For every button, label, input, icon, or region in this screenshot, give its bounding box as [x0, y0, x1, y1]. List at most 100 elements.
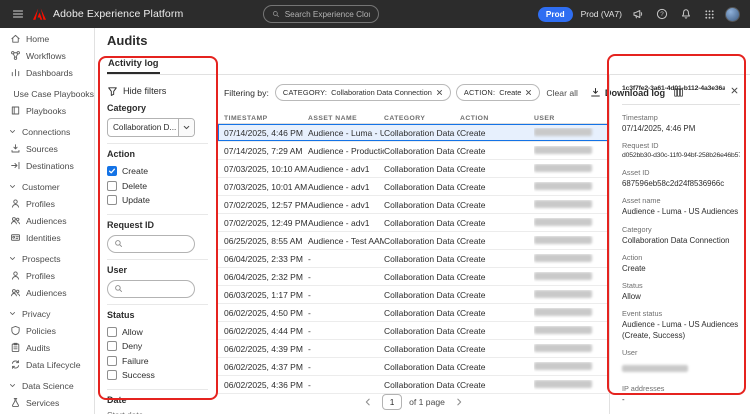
- dropdown-open-button[interactable]: [178, 119, 194, 136]
- sidebar-item-policies[interactable]: Policies: [0, 322, 94, 339]
- checkbox-success[interactable]: Success: [107, 368, 208, 383]
- checkbox-allow[interactable]: Allow: [107, 325, 208, 340]
- divider: [107, 388, 208, 390]
- user-input[interactable]: [127, 284, 188, 293]
- table-row[interactable]: 06/02/2025, 4:36 PM - Collaboration Data…: [218, 376, 609, 394]
- hide-filters-button[interactable]: Hide filters: [107, 84, 208, 98]
- sidebar-section-data-science[interactable]: Data Science: [0, 377, 94, 394]
- cell-category: Collaboration Data Co...: [384, 343, 460, 354]
- page-number-input[interactable]: [382, 394, 403, 410]
- cell-category: Collaboration Data Co...: [384, 289, 460, 300]
- sidebar-item-playbooks[interactable]: Playbooks: [0, 102, 94, 119]
- sidebar-section-customer[interactable]: Customer: [0, 178, 94, 195]
- table-row[interactable]: 06/02/2025, 4:39 PM - Collaboration Data…: [218, 340, 609, 358]
- category-dropdown[interactable]: Collaboration D...: [107, 118, 195, 137]
- sidebar-section-use-case-playbooks[interactable]: Use Case Playbooks: [0, 85, 94, 102]
- env-prod-button[interactable]: Prod: [537, 6, 573, 22]
- cell-action: Create: [460, 217, 486, 228]
- checkbox-update[interactable]: Update: [107, 193, 208, 208]
- remove-chip-icon[interactable]: [436, 89, 443, 96]
- sidebar-section-prospects[interactable]: Prospects: [0, 250, 94, 267]
- checkbox-box-icon[interactable]: [107, 341, 117, 352]
- page-header: Audits Activity log: [95, 28, 750, 75]
- column-header-action[interactable]: ACTION: [460, 115, 534, 122]
- checkbox-box-icon[interactable]: [107, 355, 117, 366]
- sidebar-item-audits[interactable]: Audits: [0, 339, 94, 356]
- cell-asset-name: -: [308, 253, 311, 264]
- announcements-button[interactable]: [630, 6, 646, 22]
- sidebar-item-destinations[interactable]: Destinations: [0, 157, 94, 174]
- checkbox-failure[interactable]: Failure: [107, 354, 208, 369]
- hamburger-menu-button[interactable]: [10, 6, 26, 22]
- table-row[interactable]: 07/03/2025, 10:01 AM Audience - adv1 Col…: [218, 178, 609, 196]
- cell-action: Create: [460, 289, 486, 300]
- sidebar-item-profiles[interactable]: Profiles: [0, 195, 94, 212]
- checkbox-deny[interactable]: Deny: [107, 339, 208, 354]
- column-header-asset-name[interactable]: ASSET NAME: [308, 115, 384, 122]
- sidebar-item-services[interactable]: Services: [0, 394, 94, 411]
- checkbox-box-icon[interactable]: [107, 180, 117, 191]
- global-search[interactable]: Search Experience Cloud (⌘/): [263, 5, 379, 23]
- table-row[interactable]: 07/02/2025, 12:57 PM Audience - adv1 Col…: [218, 196, 609, 214]
- sidebar-item-profiles[interactable]: Profiles: [0, 267, 94, 284]
- request-id-search[interactable]: [107, 234, 195, 253]
- clear-all-button[interactable]: Clear all: [546, 88, 578, 98]
- chevron-down-icon: [10, 185, 15, 188]
- notifications-button[interactable]: [678, 6, 694, 22]
- remove-chip-icon[interactable]: [525, 89, 532, 96]
- sidebar-item-workflows[interactable]: Workflows: [0, 47, 94, 64]
- table-row[interactable]: 07/14/2025, 4:46 PM Audience - Luma - US…: [218, 124, 609, 142]
- table-row[interactable]: 06/02/2025, 4:37 PM - Collaboration Data…: [218, 358, 609, 376]
- app-switcher-button[interactable]: [702, 7, 717, 22]
- table-row[interactable]: 06/02/2025, 4:44 PM - Collaboration Data…: [218, 322, 609, 340]
- next-page-button[interactable]: [452, 395, 466, 409]
- filter-request-id-label: Request ID: [107, 219, 155, 230]
- cell-timestamp: 06/04/2025, 2:32 PM: [224, 271, 303, 282]
- checkbox-box-icon[interactable]: [107, 326, 117, 337]
- prev-page-button[interactable]: [361, 395, 375, 409]
- sidebar-item-data-lifecycle[interactable]: Data Lifecycle: [0, 356, 94, 373]
- redacted-user: [534, 127, 592, 136]
- sidebar-item-home[interactable]: Home: [0, 30, 94, 47]
- table-row[interactable]: 07/14/2025, 7:29 AM Audience - Productio…: [218, 142, 609, 160]
- avatar[interactable]: [725, 6, 740, 22]
- env-label[interactable]: Prod (VA7): [581, 9, 622, 19]
- cell-category: Collaboration Data Co...: [384, 127, 460, 138]
- table-row[interactable]: 06/02/2025, 4:50 PM - Collaboration Data…: [218, 304, 609, 322]
- close-panel-button[interactable]: [729, 85, 740, 96]
- table-row[interactable]: 06/04/2025, 2:33 PM - Collaboration Data…: [218, 250, 609, 268]
- table-row[interactable]: 06/04/2025, 2:32 PM - Collaboration Data…: [218, 268, 609, 286]
- sidebar-item-audiences[interactable]: Audiences: [0, 212, 94, 229]
- sidebar-item-dashboards[interactable]: Dashboards: [0, 64, 94, 81]
- column-header-timestamp[interactable]: TIMESTAMP: [224, 115, 308, 122]
- sidebar-item-audiences[interactable]: Audiences: [0, 284, 94, 301]
- checkbox-box-icon[interactable]: [107, 195, 117, 206]
- table-row[interactable]: 06/25/2025, 8:55 AM Audience - Test AAM …: [218, 232, 609, 250]
- sidebar-section-connections[interactable]: Connections: [0, 123, 94, 140]
- svg-text:?: ?: [660, 11, 664, 18]
- tab-activity-log[interactable]: Activity log: [107, 55, 160, 74]
- table-row[interactable]: 07/02/2025, 12:49 PM Audience - adv1 Col…: [218, 214, 609, 232]
- cell-category: Collaboration Data Co...: [384, 253, 460, 264]
- cell-user: [534, 217, 609, 228]
- checkbox-delete[interactable]: Delete: [107, 179, 208, 194]
- table-row[interactable]: 06/03/2025, 1:17 PM - Collaboration Data…: [218, 286, 609, 304]
- user-search[interactable]: [107, 279, 195, 298]
- column-header-user[interactable]: USER: [534, 115, 609, 122]
- table-area: Filtering by: CATEGORY: Collaboration Dat…: [218, 75, 684, 414]
- filter-chip-action-[interactable]: ACTION: Create: [455, 84, 541, 101]
- start-date-field[interactable]: Start date: [107, 410, 208, 414]
- table-row[interactable]: 07/03/2025, 10:10 AM Audience - adv1 Col…: [218, 160, 609, 178]
- checkbox-box-icon[interactable]: [107, 166, 117, 177]
- cell-category: Collaboration Data Co...: [384, 145, 460, 156]
- brand-title: Adobe Experience Platform: [53, 8, 184, 20]
- sidebar-section-privacy[interactable]: Privacy: [0, 305, 94, 322]
- request-id-input[interactable]: [127, 239, 188, 248]
- help-button[interactable]: ?: [654, 6, 670, 22]
- filter-chip-category-[interactable]: CATEGORY: Collaboration Data Connection: [274, 84, 451, 101]
- checkbox-create[interactable]: Create: [107, 164, 208, 179]
- checkbox-box-icon[interactable]: [107, 370, 117, 381]
- sidebar-item-sources[interactable]: Sources: [0, 140, 94, 157]
- sidebar-item-identities[interactable]: Identities: [0, 229, 94, 246]
- column-header-category[interactable]: CATEGORY: [384, 115, 460, 122]
